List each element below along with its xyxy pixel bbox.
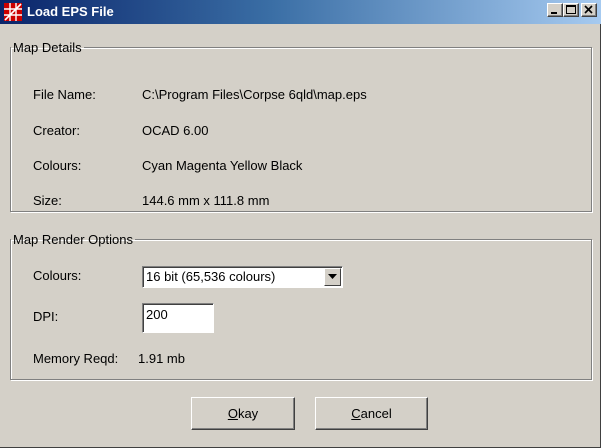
colours-dropdown-button[interactable] xyxy=(324,268,341,286)
okay-label-rest: kay xyxy=(237,406,259,421)
file-name-value: C:\Program Files\Corpse 6qld\map.eps xyxy=(142,87,367,102)
colours-value: Cyan Magenta Yellow Black xyxy=(142,158,303,173)
size-value: 144.6 mm x 111.8 mm xyxy=(142,193,270,208)
file-name-label: File Name: xyxy=(33,87,96,102)
map-render-options-group: Map Render Options Colours: 16 bit (65,5… xyxy=(10,232,592,380)
okay-button[interactable]: Okay xyxy=(191,397,295,430)
map-details-legend: Map Details xyxy=(13,40,82,55)
dpi-input[interactable]: 200 xyxy=(142,303,214,333)
maximize-button[interactable] xyxy=(563,3,579,17)
size-label: Size: xyxy=(33,193,62,208)
colours-label: Colours: xyxy=(33,158,82,173)
close-button[interactable] xyxy=(581,3,597,17)
colours-select[interactable]: 16 bit (65,536 colours) xyxy=(142,266,343,288)
title-bar[interactable]: Load EPS File xyxy=(0,0,601,24)
close-icon xyxy=(584,5,593,14)
window-title: Load EPS File xyxy=(27,4,114,19)
memory-reqd-value: 1.91 mb xyxy=(138,351,185,366)
dpi-label: DPI: xyxy=(33,309,59,324)
memory-reqd-label: Memory Reqd: xyxy=(33,351,119,366)
dpi-input-value: 200 xyxy=(146,307,168,322)
colours-select-value: 16 bit (65,536 colours) xyxy=(146,269,276,284)
app-icon[interactable] xyxy=(4,3,22,21)
creator-label: Creator: xyxy=(33,123,80,138)
render-colours-label: Colours: xyxy=(33,268,82,283)
cancel-label-rest: ancel xyxy=(360,406,392,421)
minimize-button[interactable] xyxy=(547,3,563,17)
chevron-down-icon xyxy=(328,274,337,279)
map-render-options-legend: Map Render Options xyxy=(13,232,133,247)
map-details-group: Map Details File Name: C:\Program Files\… xyxy=(10,40,592,212)
maximize-icon xyxy=(566,5,576,14)
load-eps-dialog: Load EPS File Map Details File Name: C:\… xyxy=(0,0,601,448)
okay-mnemonic: O xyxy=(227,406,238,421)
cancel-mnemonic: C xyxy=(351,406,361,421)
creator-value: OCAD 6.00 xyxy=(142,123,209,138)
cancel-button[interactable]: Cancel xyxy=(315,397,428,430)
minimize-icon xyxy=(551,12,557,14)
